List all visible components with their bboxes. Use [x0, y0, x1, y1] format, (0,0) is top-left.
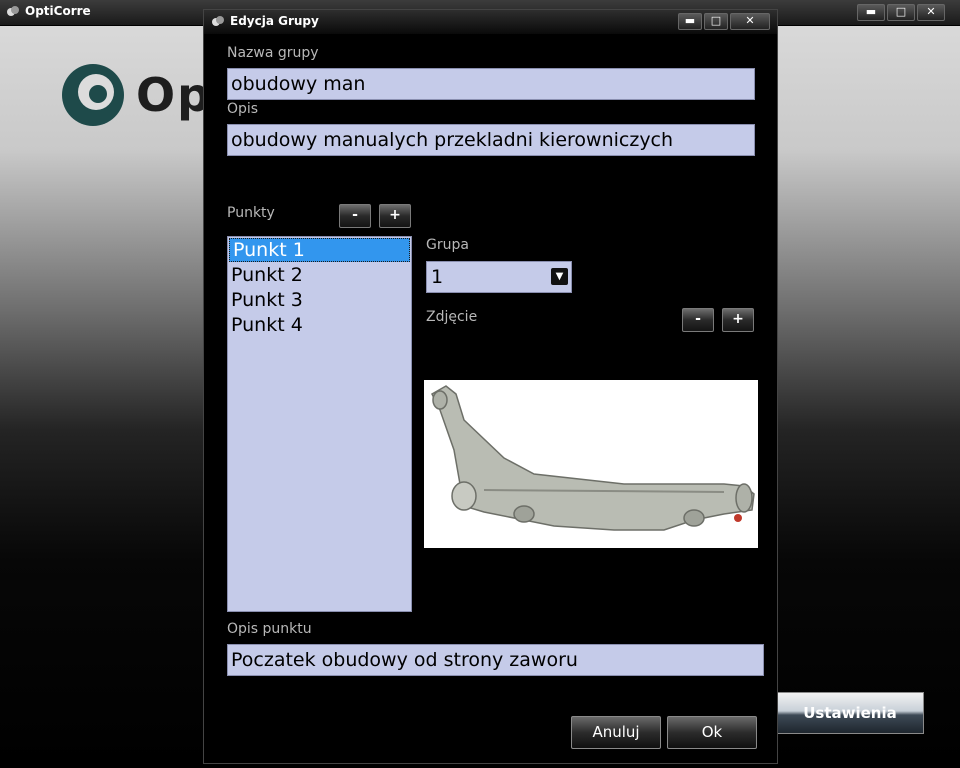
- group-select-value: 1: [431, 266, 444, 288]
- dialog-title-text: Edycja Grupy: [230, 14, 319, 28]
- add-photo-button[interactable]: +: [722, 308, 754, 332]
- group-name-label: Nazwa grupy: [227, 45, 319, 61]
- remove-point-button[interactable]: -: [339, 204, 371, 228]
- list-item[interactable]: Punkt 3: [228, 288, 411, 313]
- dialog-title: Edycja Grupy: [211, 14, 319, 28]
- edit-group-dialog: Edycja Grupy ▬ □ ✕ Nazwa grupy obudowy m…: [203, 9, 778, 764]
- cancel-button[interactable]: Anuluj: [571, 716, 661, 749]
- list-item[interactable]: Punkt 1: [229, 238, 410, 262]
- point-description-field[interactable]: Poczatek obudowy od strony zaworu: [227, 644, 764, 676]
- list-item[interactable]: Punkt 2: [228, 263, 411, 288]
- dialog-maximize-button[interactable]: □: [704, 13, 728, 30]
- description-label: Opis: [227, 101, 259, 117]
- dialog-minimize-button[interactable]: ▬: [678, 13, 702, 30]
- logo-text: Op: [136, 68, 213, 122]
- group-name-field[interactable]: obudowy man: [227, 68, 755, 100]
- add-point-button[interactable]: +: [379, 204, 411, 228]
- app-title-text: OptiCorre: [25, 4, 91, 18]
- dialog-app-icon: [212, 16, 224, 26]
- main-minimize-button[interactable]: ▬: [857, 4, 885, 21]
- group-select[interactable]: 1 ▼: [426, 261, 572, 293]
- main-close-button[interactable]: ✕: [917, 4, 945, 21]
- list-item[interactable]: Punkt 4: [228, 313, 411, 338]
- chevron-down-icon[interactable]: ▼: [551, 268, 568, 285]
- photo-label: Zdjęcie: [426, 309, 478, 325]
- app-title: OptiCorre: [6, 4, 91, 18]
- dialog-window-controls: ▬ □ ✕: [678, 13, 770, 30]
- settings-button[interactable]: Ustawienia: [776, 692, 924, 734]
- ok-button[interactable]: Ok: [667, 716, 757, 749]
- points-list[interactable]: Punkt 1 Punkt 2 Punkt 3 Punkt 4: [227, 236, 412, 612]
- app-icon: [7, 6, 19, 16]
- main-maximize-button[interactable]: □: [887, 4, 915, 21]
- description-field[interactable]: obudowy manualych przekladni kierowniczy…: [227, 124, 755, 156]
- remove-photo-button[interactable]: -: [682, 308, 714, 332]
- points-label: Punkty: [227, 205, 275, 221]
- part-photo: [424, 380, 758, 548]
- group-label: Grupa: [426, 237, 469, 253]
- main-window-controls: ▬ □ ✕: [857, 4, 945, 21]
- dialog-titlebar: Edycja Grupy ▬ □ ✕: [204, 10, 777, 34]
- point-description-label: Opis punktu: [227, 621, 312, 637]
- opticorre-logo-icon: [62, 64, 124, 126]
- dialog-close-button[interactable]: ✕: [730, 13, 770, 30]
